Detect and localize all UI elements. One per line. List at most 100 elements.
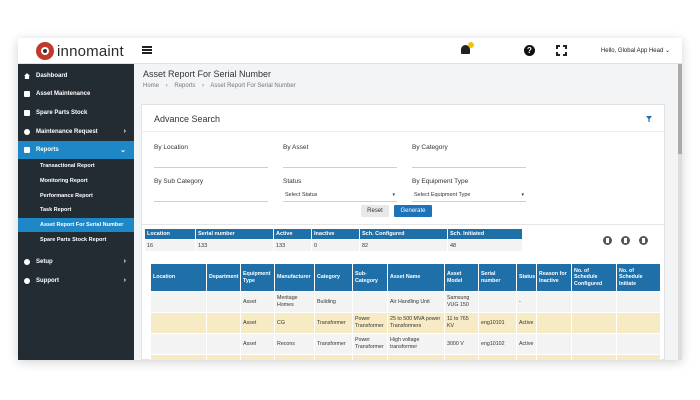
- table-cell: [352, 354, 388, 360]
- sidebar-item-label: Spare Parts Stock: [36, 110, 88, 116]
- chevron-right-icon: ›: [123, 258, 126, 265]
- hamburger-menu-icon[interactable]: [142, 46, 152, 54]
- column-header[interactable]: Location: [150, 263, 207, 292]
- column-header[interactable]: No. of Schedule Initiate: [616, 263, 661, 292]
- status-label: Status: [283, 178, 302, 185]
- summary-cell: 16: [144, 239, 196, 252]
- table-cell: [536, 312, 572, 334]
- logo-text: innomaint: [57, 42, 124, 60]
- user-greeting: Hello, Global App Head: [600, 48, 664, 54]
- table-cell: [206, 312, 241, 334]
- asset-field[interactable]: By Asset: [283, 144, 397, 168]
- support-icon: [24, 278, 30, 284]
- breadcrumb-separator: ›: [165, 83, 168, 89]
- summary-cell: 133: [273, 239, 312, 252]
- column-header[interactable]: Category: [314, 263, 353, 292]
- table-cell: [240, 354, 275, 360]
- location-label: By Location: [154, 144, 188, 151]
- column-header[interactable]: Status: [516, 263, 537, 292]
- breadcrumb-home[interactable]: Home: [143, 83, 159, 89]
- table-cell: Air Handling Unit: [387, 291, 445, 313]
- table-cell: Power Transformer: [352, 333, 388, 355]
- fullscreen-icon[interactable]: [556, 45, 567, 56]
- sidebar-item-maintenance-request[interactable]: Maintenance Request ›: [18, 123, 134, 141]
- sidebar-item-asset-maintenance[interactable]: Asset Maintenance: [18, 85, 134, 103]
- table-cell: [616, 312, 661, 334]
- sub-category-field[interactable]: By Sub Category: [154, 178, 268, 202]
- sidebar-subitem-asset-report-serial[interactable]: Asset Report For Serial Number: [18, 218, 134, 232]
- column-header[interactable]: Asset Model: [444, 263, 479, 292]
- summary-header: Serial number: [195, 228, 274, 240]
- asset-icon: [24, 91, 30, 97]
- column-header[interactable]: Equipment Type: [240, 263, 275, 292]
- summary-header: Sch. Configured: [359, 228, 448, 240]
- sidebar-item-reports[interactable]: Reports ⌄: [18, 141, 134, 159]
- sidebar-subitem-monitoring-report[interactable]: Monitoring Report: [18, 174, 134, 188]
- filter-icon[interactable]: [646, 116, 652, 122]
- summary-table: Location Serial number Active Inactive Sch. …: [144, 228, 523, 252]
- table-cell: Samsung VUG 150: [444, 291, 479, 313]
- column-header[interactable]: Serial number: [478, 263, 517, 292]
- category-field[interactable]: By Category: [412, 144, 526, 168]
- generate-button[interactable]: Generate: [394, 205, 432, 217]
- divider: [142, 131, 664, 132]
- status-select[interactable]: Status Select Status ▾: [283, 178, 397, 202]
- table-cell: [571, 291, 617, 313]
- table-cell: Asset: [240, 312, 275, 334]
- table-cell: Power Transformer: [352, 312, 388, 334]
- column-header[interactable]: Asset Name: [387, 263, 445, 292]
- table-cell: CG: [274, 312, 315, 334]
- sidebar: Dashboard Asset Maintenance Spare Parts …: [18, 64, 134, 360]
- page-title: Asset Report For Serial Number: [143, 69, 272, 79]
- breadcrumb-reports[interactable]: Reports: [174, 83, 195, 89]
- equipment-type-select[interactable]: By Equipment Type Select Equipment Type …: [412, 178, 526, 202]
- sidebar-item-support[interactable]: Support ›: [18, 272, 134, 290]
- column-header[interactable]: Reason for Inactive: [536, 263, 572, 292]
- table-cell: [516, 354, 537, 360]
- column-header[interactable]: Department: [206, 263, 241, 292]
- summary-header: Location: [144, 228, 196, 240]
- sidebar-item-spare-parts-stock[interactable]: Spare Parts Stock: [18, 104, 134, 122]
- table-cell: Meritage Homes: [274, 291, 315, 313]
- table-cell: [571, 312, 617, 334]
- table-cell: Active: [516, 312, 537, 334]
- sidebar-item-setup[interactable]: Setup ›: [18, 253, 134, 271]
- table-cell: -: [516, 291, 537, 313]
- notification-bell-icon[interactable]: [460, 42, 474, 56]
- sidebar-item-dashboard[interactable]: Dashboard: [18, 67, 134, 85]
- table-cell: [616, 333, 661, 355]
- column-header[interactable]: No. of Schedule Configured: [571, 263, 617, 292]
- column-header[interactable]: Manufacturer: [274, 263, 315, 292]
- reset-button[interactable]: Reset: [361, 205, 389, 217]
- export-csv-icon[interactable]: [603, 236, 612, 245]
- sidebar-item-label: Reports: [36, 147, 59, 153]
- chevron-down-icon: ⌄: [120, 147, 126, 154]
- table-cell: [616, 354, 661, 360]
- column-header[interactable]: Sub-Category: [352, 263, 388, 292]
- sidebar-subitem-transactional-report[interactable]: Transactional Report: [18, 159, 134, 173]
- table-cell: eng10101: [478, 312, 517, 334]
- location-field[interactable]: By Location: [154, 144, 268, 168]
- main-content: Asset Report For Serial Number Home › Re…: [134, 64, 682, 360]
- table-cell: [206, 354, 241, 360]
- table-cell: eng10102: [478, 333, 517, 355]
- table-cell: [206, 291, 241, 313]
- help-icon[interactable]: ?: [524, 45, 535, 56]
- scrollbar-thumb[interactable]: [678, 64, 682, 154]
- table-cell: [478, 354, 517, 360]
- table-cell: Recons: [274, 333, 315, 355]
- summary-header: Inactive: [311, 228, 360, 240]
- sidebar-subitem-spare-parts-stock-report[interactable]: Spare Parts Stock Report: [18, 233, 134, 247]
- sidebar-subitem-task-report[interactable]: Task Report: [18, 203, 134, 217]
- export-excel-icon[interactable]: [639, 236, 648, 245]
- table-cell: [387, 354, 445, 360]
- export-pdf-icon[interactable]: [621, 236, 630, 245]
- summary-header: Sch. Initiated: [447, 228, 523, 240]
- table-cell: [206, 333, 241, 355]
- home-icon: [24, 73, 30, 79]
- table-cell: [571, 354, 617, 360]
- sidebar-subitem-performance-report[interactable]: Performance Report: [18, 189, 134, 203]
- caret-down-icon: ▾: [392, 192, 395, 198]
- logo[interactable]: innomaint: [36, 41, 124, 61]
- user-menu[interactable]: Hello, Global App Head ⌄: [601, 47, 670, 54]
